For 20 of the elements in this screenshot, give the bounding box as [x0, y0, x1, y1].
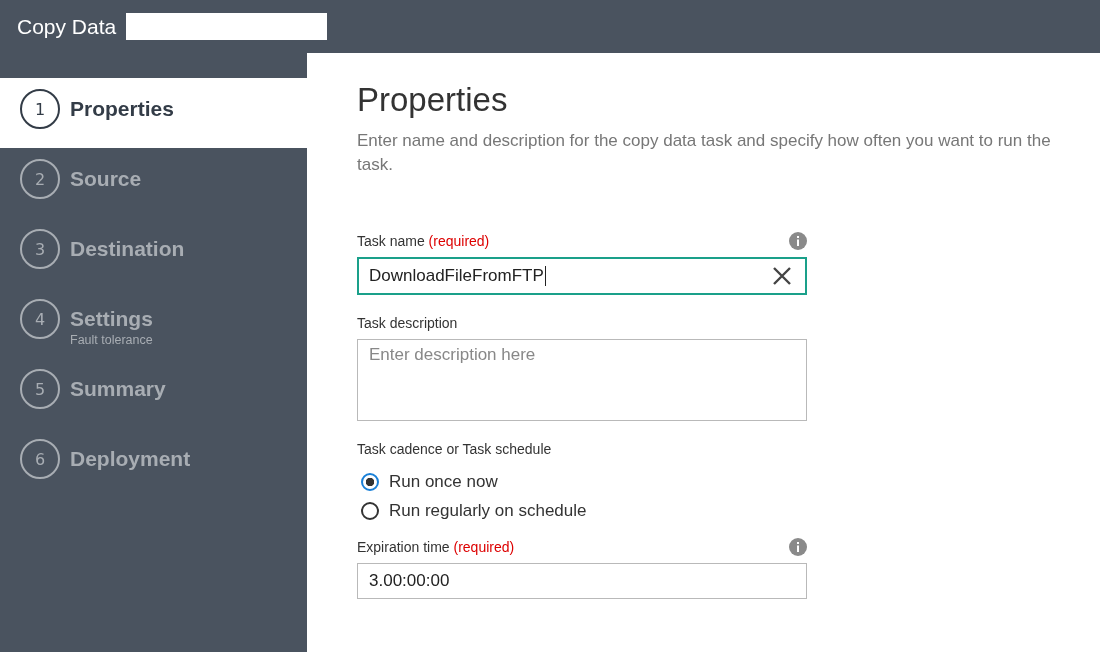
- step-item[interactable]: 1 Properties: [0, 78, 307, 148]
- app-title: Copy Data: [17, 14, 117, 39]
- text-area[interactable]: Enter description here: [357, 339, 807, 421]
- page-title: Properties: [357, 81, 509, 119]
- field-label: Expiration time (required): [357, 539, 515, 555]
- close-icon[interactable]: [773, 267, 791, 285]
- radio-button[interactable]: [361, 501, 379, 520]
- text-field[interactable]: DownloadFileFromFTP: [357, 257, 807, 295]
- radio-label[interactable]: Run regularly on schedule: [389, 500, 587, 521]
- field-label: Task cadence or Task schedule: [357, 441, 552, 457]
- field-label: Task description: [357, 315, 458, 331]
- info-icon[interactable]: [789, 538, 807, 556]
- text-field[interactable]: 3.00:00:00: [357, 563, 807, 599]
- field-label: Task name (required): [357, 233, 490, 249]
- description-text: Enter name and description for the copy data task and specify how often you want to run the task.: [357, 130, 1052, 176]
- radio-label[interactable]: Run once now: [389, 471, 498, 492]
- step-item[interactable]: 3 Destination: [0, 218, 307, 288]
- radio-button[interactable]: [361, 472, 379, 491]
- step-item[interactable]: 4 Settings Fault tolerance: [0, 288, 307, 358]
- info-icon[interactable]: [789, 232, 807, 250]
